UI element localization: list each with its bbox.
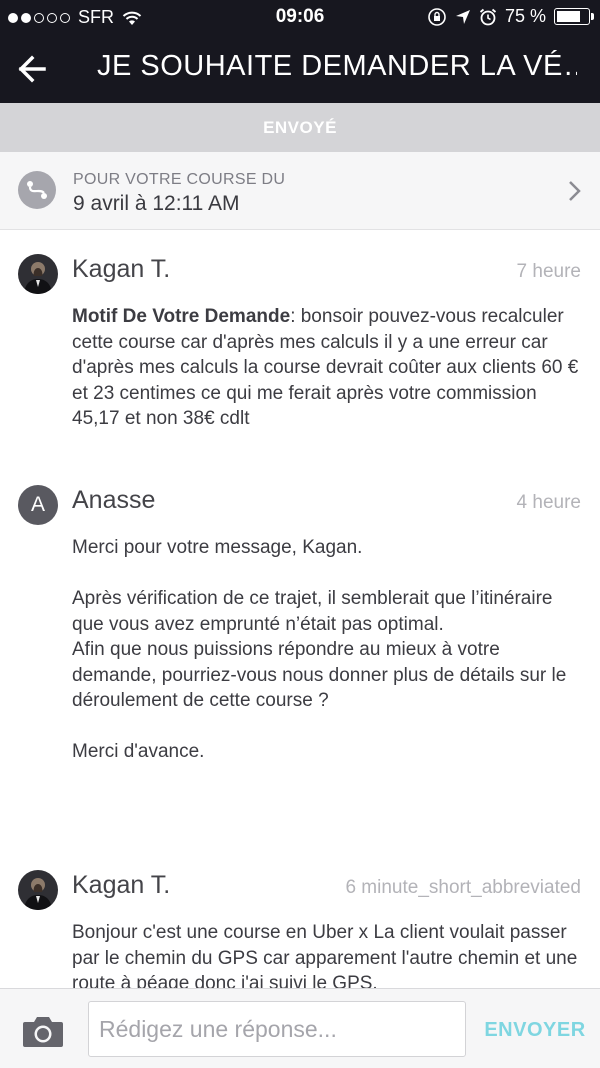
camera-icon[interactable] <box>21 1014 65 1048</box>
status-bar: SFR 09:06 75 % <box>0 0 600 34</box>
message-body: Merci pour votre message, Kagan. Après v… <box>72 537 567 762</box>
message-label: Motif De Votre Demande <box>72 306 291 327</box>
page-title: JE SOUHAITE DEMANDER LA VÉ… <box>97 50 577 82</box>
location-arrow-icon <box>455 9 470 24</box>
message-body: Bonjour c'est une course en Uber x La cl… <box>72 922 578 994</box>
avatar <box>18 870 58 910</box>
message-body: Motif De Votre Demande: bonsoir pouvez-v… <box>72 304 582 432</box>
lock-rotation-icon <box>428 7 446 26</box>
top-bar: SFR 09:06 75 % JE SOUHAITE DEMANDER LA V… <box>0 0 600 103</box>
nav-bar: JE SOUHAITE DEMANDER LA VÉ… <box>0 34 600 103</box>
avatar <box>18 254 58 294</box>
battery-percent: 75 % <box>504 6 546 26</box>
route-icon <box>18 171 56 209</box>
alarm-icon <box>479 8 497 25</box>
trip-row[interactable]: POUR VOTRE COURSE DU 9 avril à 12:11 AM <box>0 152 600 230</box>
compose-bar: ENVOYER <box>0 988 600 1068</box>
message-time: 6 minute_short_abbreviated <box>345 877 581 898</box>
send-button[interactable]: ENVOYER <box>480 1019 590 1042</box>
reply-input[interactable] <box>88 1001 466 1057</box>
status-band: ENVOYÉ <box>0 103 600 152</box>
trip-date: 9 avril à 12:11 AM <box>73 192 240 215</box>
message-author: Kagan T. <box>72 255 171 283</box>
status-right: 75 % <box>427 6 594 27</box>
chevron-right-icon <box>569 181 581 201</box>
message-time: 7 heure <box>516 261 581 282</box>
message-time: 4 heure <box>516 492 581 513</box>
trip-label: POUR VOTRE COURSE DU <box>73 171 286 188</box>
battery-icon <box>554 8 594 25</box>
back-arrow-icon[interactable] <box>14 50 52 88</box>
message-author: Kagan T. <box>72 871 171 899</box>
avatar: A <box>18 485 58 525</box>
message-author: Anasse <box>72 486 156 514</box>
